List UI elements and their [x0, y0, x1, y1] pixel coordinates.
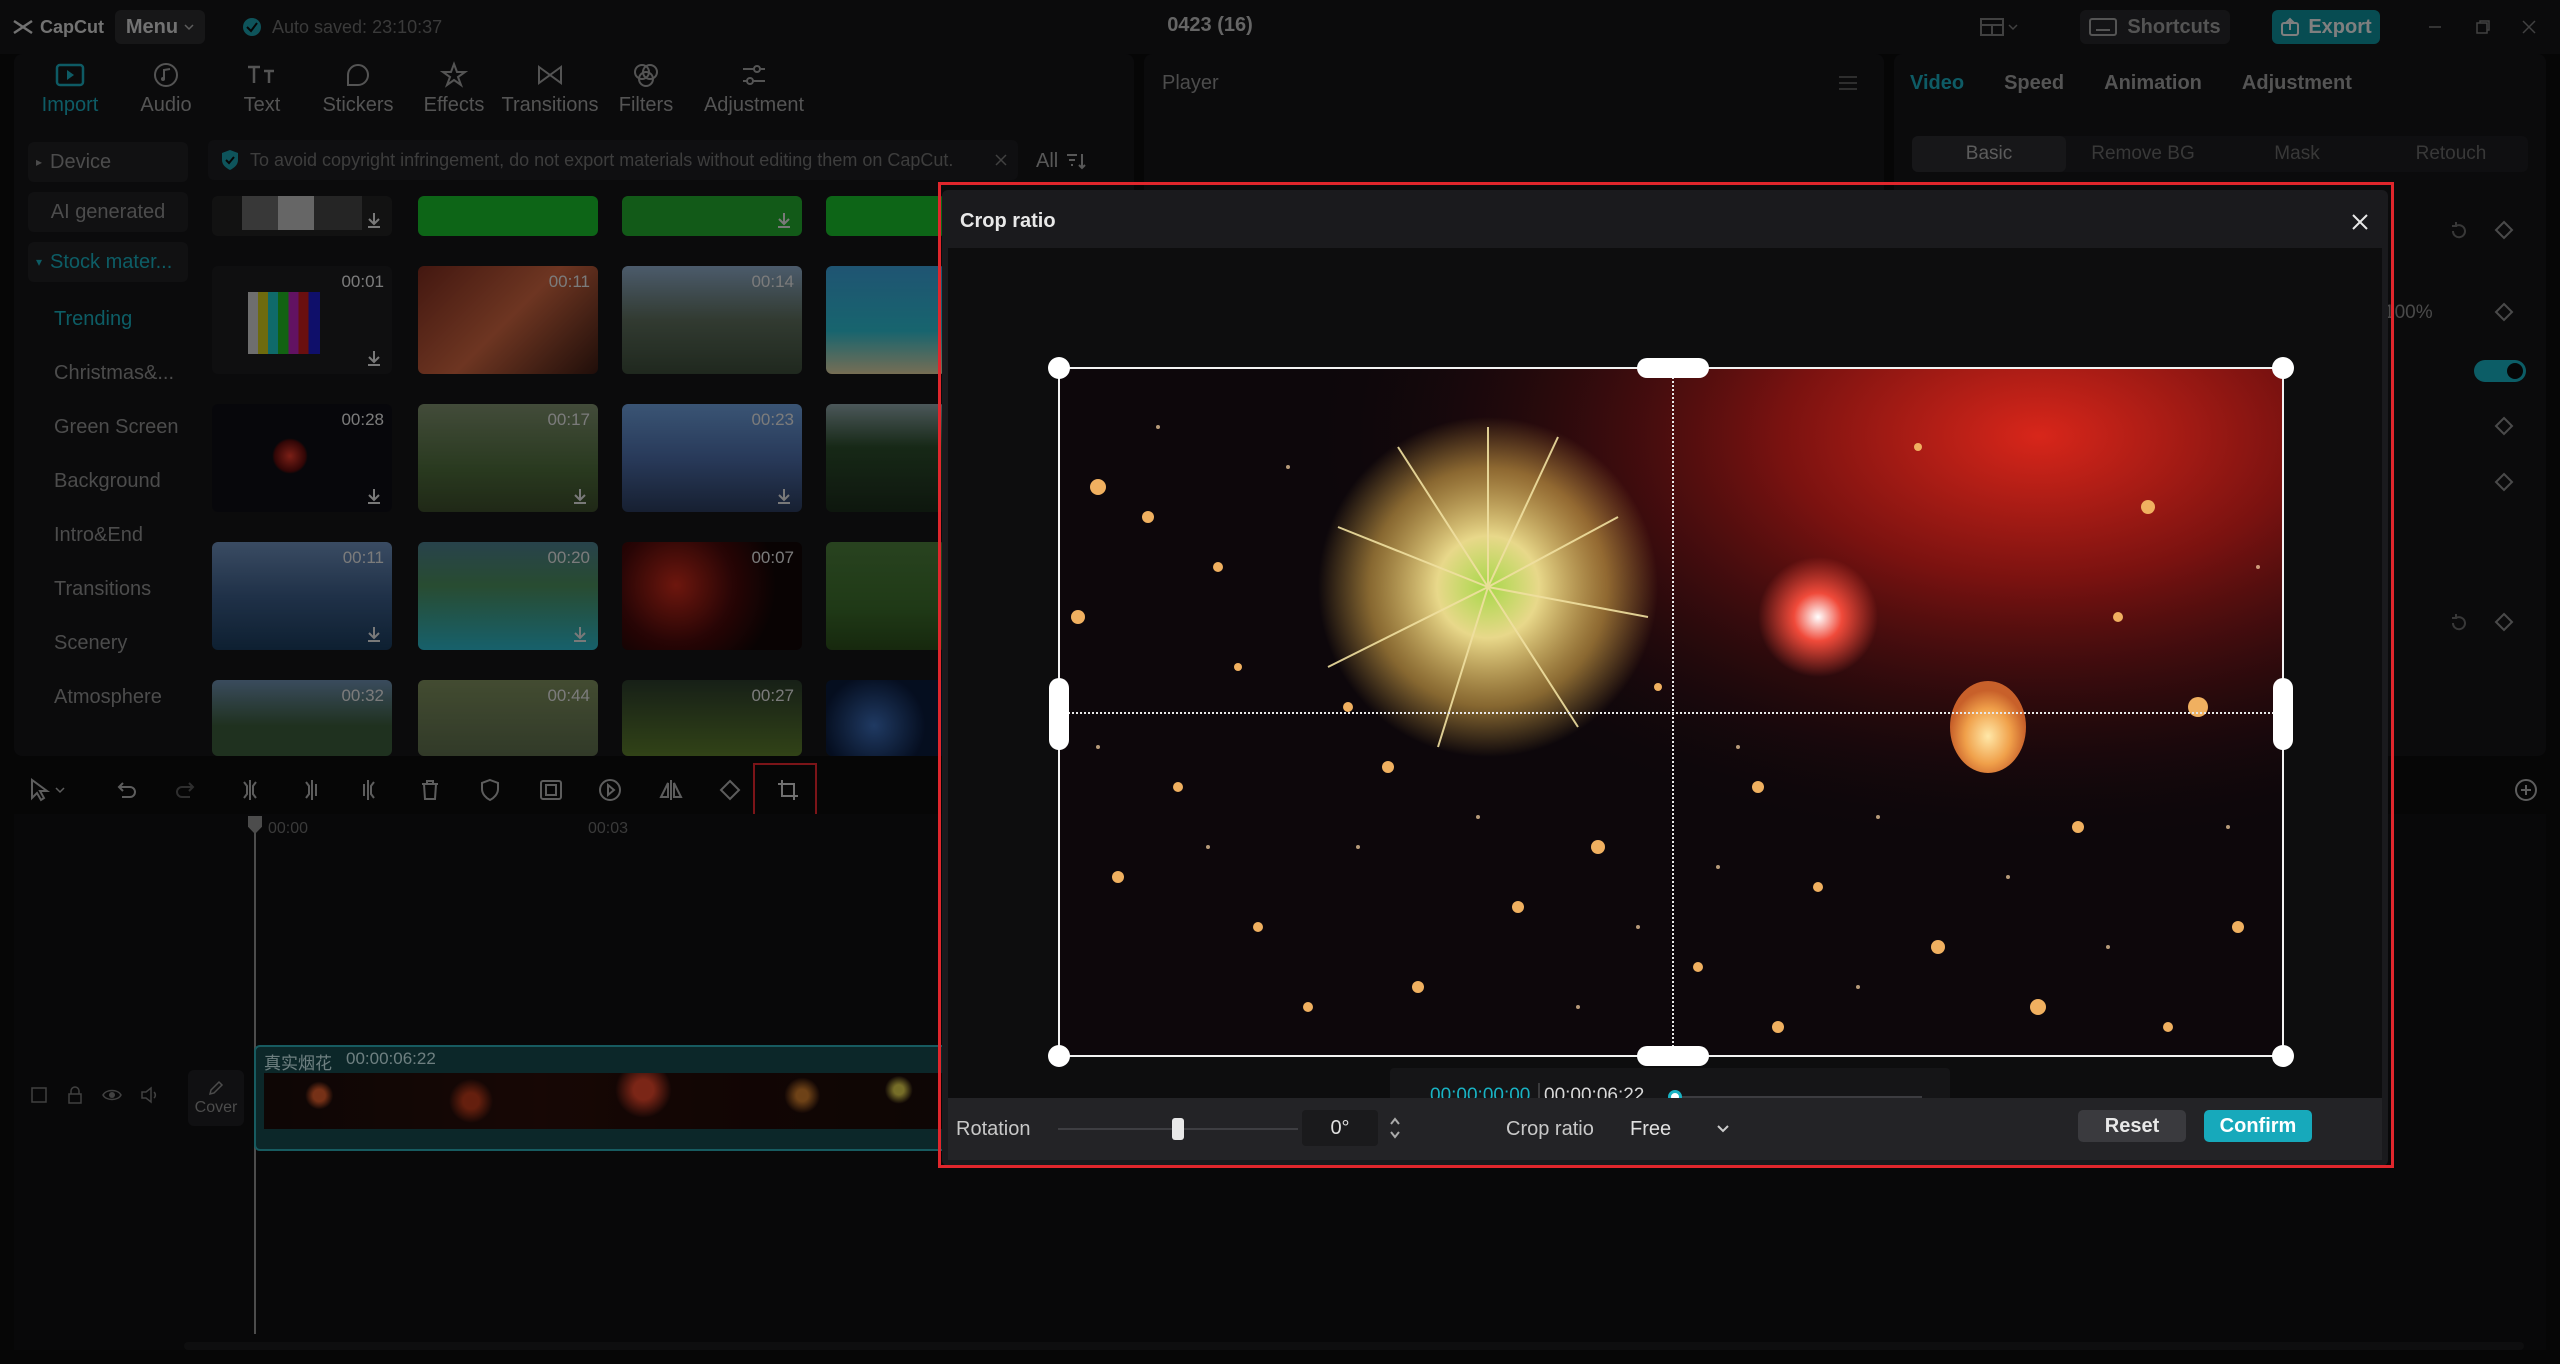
crop-dialog-highlight [938, 182, 2394, 1168]
